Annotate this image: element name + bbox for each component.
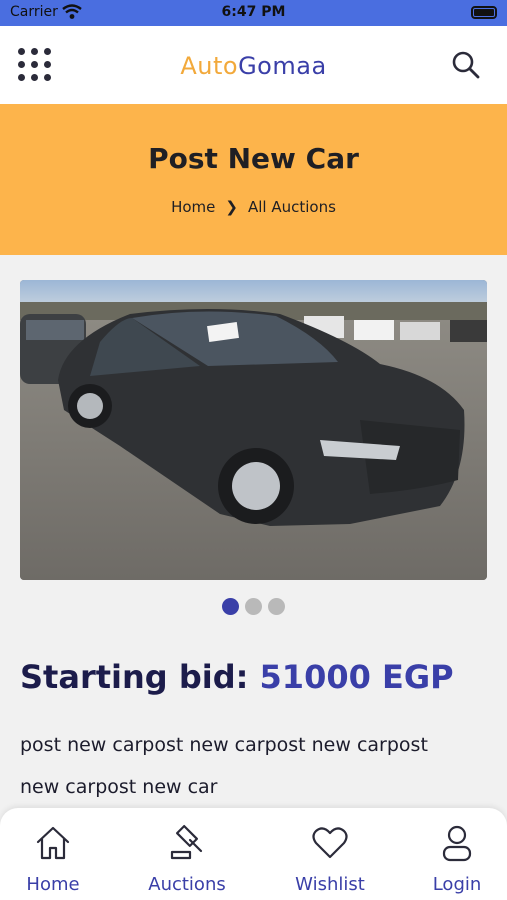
bid-label: Starting bid: bbox=[20, 658, 249, 696]
app-header: AutoGomaa bbox=[0, 26, 507, 104]
app-logo[interactable]: AutoGomaa bbox=[0, 52, 507, 80]
page-banner: Post New Car Home ❯ All Auctions bbox=[0, 104, 507, 255]
car-photo bbox=[20, 280, 487, 580]
status-bar: Carrier 6:47 PM bbox=[0, 0, 507, 26]
description-line: post new carpost new carpost new carpost bbox=[20, 734, 428, 756]
tab-label: Home bbox=[26, 874, 80, 895]
tab-label: Login bbox=[432, 874, 482, 895]
tab-auctions[interactable]: Auctions bbox=[132, 824, 242, 895]
logo-part-auto: Auto bbox=[180, 52, 239, 80]
logo-part-gomaa: Gomaa bbox=[238, 52, 327, 80]
description-line: new carpost new car bbox=[20, 776, 218, 798]
carousel-dot[interactable] bbox=[245, 598, 262, 615]
starting-bid: Starting bid: 51000 EGP bbox=[20, 658, 454, 696]
carousel-dot[interactable] bbox=[222, 598, 239, 615]
tab-wishlist[interactable]: Wishlist bbox=[275, 824, 385, 895]
tab-home[interactable]: Home bbox=[0, 824, 108, 895]
page-title: Post New Car bbox=[148, 142, 359, 175]
car-photo-carousel[interactable] bbox=[20, 280, 487, 580]
breadcrumb: Home ❯ All Auctions bbox=[0, 198, 507, 216]
tab-login[interactable]: Login bbox=[402, 824, 507, 895]
breadcrumb-home[interactable]: Home bbox=[171, 198, 215, 216]
home-icon bbox=[36, 826, 70, 860]
gavel-icon bbox=[170, 825, 203, 860]
bid-amount: 51000 EGP bbox=[259, 658, 454, 696]
tab-label: Wishlist bbox=[295, 874, 365, 895]
listing-description: post new carpost new carpost new carpost… bbox=[20, 724, 460, 808]
chevron-right-icon: ❯ bbox=[225, 198, 238, 216]
bottom-tab-bar: Home Auctions Wishlist Login bbox=[0, 808, 507, 900]
heart-icon bbox=[312, 827, 348, 859]
carousel-dots bbox=[0, 598, 507, 619]
search-icon[interactable] bbox=[451, 50, 481, 80]
user-icon bbox=[442, 825, 472, 862]
battery-icon bbox=[471, 6, 497, 19]
tab-label: Auctions bbox=[148, 874, 226, 895]
breadcrumb-all-auctions[interactable]: All Auctions bbox=[248, 198, 336, 216]
clock: 6:47 PM bbox=[221, 4, 286, 20]
carousel-dot[interactable] bbox=[268, 598, 285, 615]
